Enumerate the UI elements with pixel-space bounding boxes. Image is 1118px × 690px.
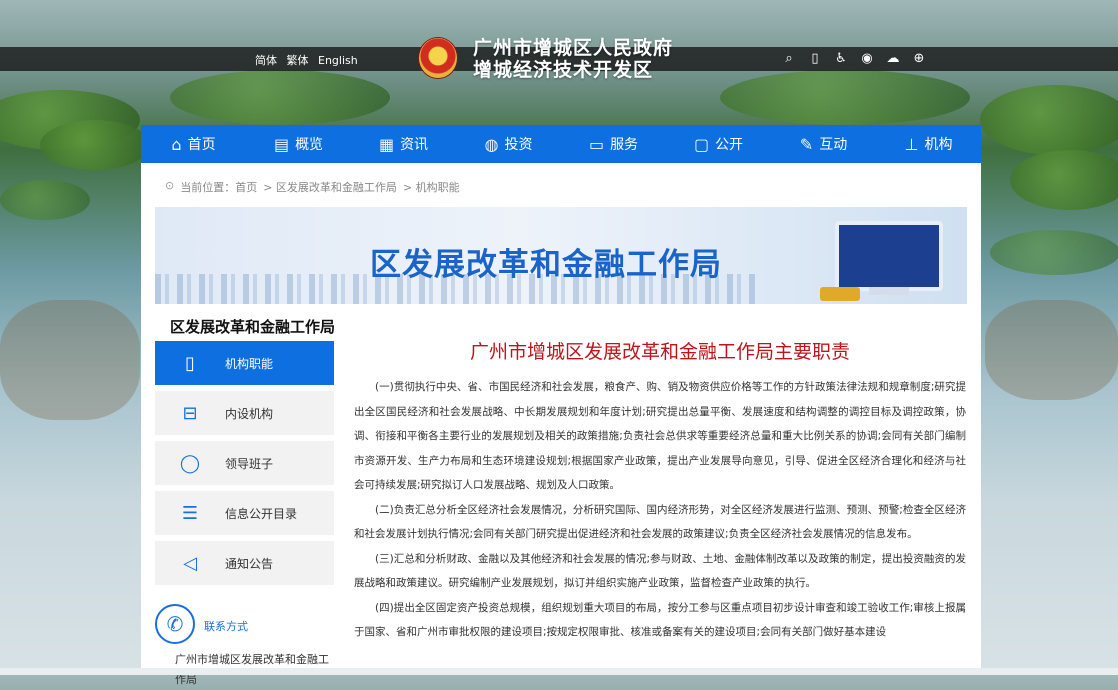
nav-home[interactable]: ⌂ 首页 [141,125,246,163]
nav-overview[interactable]: ▤ 概览 [246,125,351,163]
globe-icon: ◍ [484,134,499,154]
speaker-icon: ◁ [183,552,197,574]
banner-title: 区发展改革和金融工作局 [370,247,722,283]
accessibility-icon[interactable]: ♿ [832,51,850,67]
article-paragraph: (四)提出全区固定资产投资总规模，组织规划重大项目的布局，按分工参与区重点项目初… [354,601,966,639]
article-title: 广州市增城区发展改革和金融工作局主要职责 [469,341,850,363]
sidebar-item-label: 通知公告 [225,556,274,571]
search-icon[interactable]: ⌕ [780,51,798,67]
sidebar-menu: ▯ 机构职能 ⊟ 内设机构 ◯ 领导班子 ☰ 信息公开目录 ◁ 通知公告 [155,341,334,591]
breadcrumb-item[interactable]: > 区发展改革和金融工作局 [263,179,397,195]
nav-invest[interactable]: ◍ 投资 [456,125,561,163]
article-paragraph: (三)汇总和分析财政、金融以及其他经济和社会发展的情况;参与财政、土地、金融体制… [354,552,966,590]
article-paragraph: (二)负责汇总分析全区经济社会发展情况，分析研究国际、国内经济形势，对全区经济发… [354,503,966,541]
nav-label: 服务 [610,137,639,153]
horizontal-scrollbar[interactable] [0,668,1118,675]
main-nav: ⌂ 首页 ▤ 概览 ▦ 资讯 ◍ 投资 ▭ 服务 ▢ 公开 ✎ 互动 ⊥ 机构 [141,125,981,163]
contact-label: 联系方式 [204,620,248,633]
home-icon: ⌂ [171,134,182,154]
location-pin-icon: ⊙ [165,179,175,192]
sidebar-item-disclosure[interactable]: ☰ 信息公开目录 [155,491,334,535]
nav-label: 首页 [187,137,216,153]
sidebar-item-leadership[interactable]: ◯ 领导班子 [155,441,334,485]
weibo-icon[interactable]: ◉ [858,51,876,67]
sidebar-item-label: 领导班子 [225,456,274,471]
breadcrumb: ⊙ 当前位置：首页 > 区发展改革和金融工作局 > 机构职能 [165,179,460,195]
nav-label: 机构 [924,137,953,153]
monitor-icon: ▢ [693,134,710,154]
phone-icon: ✆ [155,604,195,644]
lang-simplified[interactable]: 简体 [255,54,277,67]
nav-label: 概览 [295,137,324,153]
site-title-line1: 广州市增城区人民政府 [473,37,674,59]
nav-label: 公开 [715,137,744,153]
nav-news[interactable]: ▦ 资讯 [351,125,456,163]
document-icon: ▯ [185,352,195,374]
news-icon: ▦ [378,134,395,154]
site-title[interactable]: 广州市增城区人民政府 增城经济技术开发区 [473,37,673,81]
sidebar-item-departments[interactable]: ⊟ 内设机构 [155,391,334,435]
language-switcher: 简体 繁体 English [255,52,364,68]
sidebar-item-notices[interactable]: ◁ 通知公告 [155,541,334,585]
national-emblem-logo [419,38,457,78]
lang-english[interactable]: English [318,54,358,67]
header-tools: ⌕ ▯ ♿ ◉ ☁ ⊕ [780,51,928,67]
finance-monitor-graphic [835,221,943,295]
article-paragraph: (一)贯彻执行中央、省、市国民经济和社会发展，粮食产、购、销及物资供应价格等工作… [354,381,966,491]
sidebar-item-label: 信息公开目录 [225,506,298,521]
nav-service[interactable]: ▭ 服务 [561,125,666,163]
user-icon: ◯ [179,452,201,474]
org-icon: ⊥ [904,134,919,154]
breadcrumb-home[interactable]: 当前位置：首页 [180,179,257,195]
wechat-icon[interactable]: ☁ [884,51,902,67]
site-title-line2: 增城经济技术开发区 [473,59,654,81]
overview-icon: ▤ [273,134,290,154]
chat-icon: ✎ [799,134,814,154]
nav-label: 投资 [504,137,533,153]
coins-graphic [820,287,860,301]
article-body: (一)贯彻执行中央、省、市国民经济和社会发展，粮食产、购、销及物资供应价格等工作… [354,375,966,645]
sidebar-item-label: 机构职能 [225,356,274,371]
nav-label: 互动 [819,137,848,153]
list-icon: ☰ [181,502,199,524]
nav-label: 资讯 [400,137,429,153]
app-icon[interactable]: ⊕ [910,51,928,67]
inbox-icon: ⊟ [182,402,198,424]
nav-public[interactable]: ▢ 公开 [666,125,771,163]
nav-org[interactable]: ⊥ 机构 [876,125,981,163]
nav-interact[interactable]: ✎ 互动 [771,125,876,163]
breadcrumb-item[interactable]: > 机构职能 [403,179,460,195]
briefcase-icon: ▭ [588,134,605,154]
sidebar-title: 区发展改革和金融工作局 [170,318,336,336]
mobile-icon[interactable]: ▯ [806,51,824,67]
sidebar-item-label: 内设机构 [225,406,274,421]
department-banner: 区发展改革和金融工作局 [155,207,967,304]
lang-traditional[interactable]: 繁体 [287,54,309,67]
sidebar-item-functions[interactable]: ▯ 机构职能 [155,341,334,385]
